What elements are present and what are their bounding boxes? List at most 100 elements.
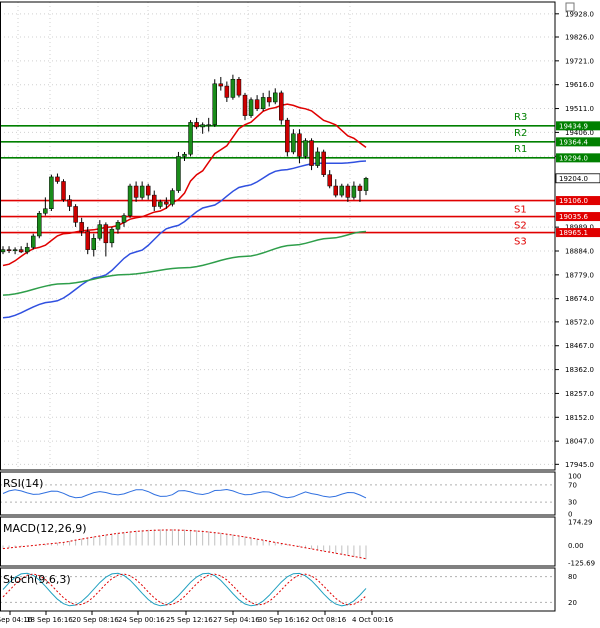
candle <box>188 120 193 157</box>
candle-body <box>133 185 139 198</box>
candle-body <box>206 124 211 126</box>
candle <box>212 79 217 127</box>
level-name-r3: R3 <box>514 112 527 123</box>
level-name-s2: S2 <box>514 221 527 232</box>
candle-body <box>85 231 90 250</box>
price-tick-label: 19721.0 <box>565 57 594 65</box>
time-tick-label: 24 Sep 00:16 <box>118 616 165 624</box>
last-price-label: 19204.0 <box>559 175 588 183</box>
indicator-tick-label: 80 <box>568 573 577 581</box>
candle-body <box>73 206 78 223</box>
price-tick-label: 18047.0 <box>565 438 594 446</box>
indicator-tick-label: 174.29 <box>568 519 593 527</box>
candle-body <box>182 153 187 157</box>
candle-body <box>273 92 278 103</box>
candle <box>37 211 42 239</box>
candle-body <box>49 176 54 209</box>
price-tick-label: 18257.0 <box>565 390 594 398</box>
candle-body <box>61 181 66 200</box>
candle-body <box>145 185 151 196</box>
candle-body <box>103 224 109 244</box>
chart-canvas: 19928.019826.019721.019616.019511.019406… <box>0 0 600 628</box>
time-tick-label: 27 Sep 04:16 <box>213 616 260 624</box>
candle-body <box>260 97 266 110</box>
time-tick-label: 20 Sep 08:16 <box>72 616 119 624</box>
candle-body <box>363 178 369 191</box>
indicator-title: Stoch(9,6,3) <box>3 573 71 586</box>
candle-body <box>121 215 127 223</box>
candle-body <box>67 199 72 207</box>
candle <box>279 90 284 125</box>
candle-body <box>333 185 338 196</box>
candle-body <box>357 185 363 191</box>
candle-body <box>176 156 181 191</box>
level-name-s1: S1 <box>514 205 527 216</box>
level-price-label: 18965.1 <box>559 229 588 237</box>
macd-panel: 174.29 0.00 -125.69 MACD(12,26,9) <box>0 517 595 568</box>
candle-body <box>6 249 12 252</box>
indicator-background <box>0 472 555 515</box>
candle-body <box>315 151 320 166</box>
candle <box>309 138 314 171</box>
candle <box>170 188 175 207</box>
candle-body <box>291 133 296 153</box>
candle-body <box>24 247 30 253</box>
candle-body <box>321 151 326 175</box>
indicator-tick-label: 20 <box>568 599 577 607</box>
candle <box>339 183 345 198</box>
candle-body <box>158 201 163 207</box>
time-tick-label: 18 Sep 16:16 <box>26 616 73 624</box>
candle-body <box>55 176 60 182</box>
candle <box>236 76 242 98</box>
level-price-label: 19294.0 <box>559 154 588 162</box>
candle-body <box>309 140 314 166</box>
price-tick-label: 17945.0 <box>565 461 594 469</box>
candle-body <box>212 83 217 125</box>
indicator-tick-label: 0.00 <box>568 542 584 550</box>
price-tick-label: 18884.0 <box>565 247 594 255</box>
rsi-panel: 10070 30 0 RSI(14) <box>0 472 581 519</box>
candle-body <box>218 83 224 87</box>
price-tick-label: 19616.0 <box>565 81 594 89</box>
candle-body <box>248 99 254 116</box>
level-name-r1: R1 <box>514 144 527 155</box>
level-price-label: 19106.0 <box>559 197 588 205</box>
candle-body <box>242 94 248 116</box>
candle-body <box>164 201 169 205</box>
indicator-tick-label: 100 <box>568 473 581 481</box>
candle <box>31 233 36 250</box>
candle-body <box>339 185 345 196</box>
level-price-label: 19434.9 <box>559 122 588 130</box>
candle-body <box>37 213 42 237</box>
candle <box>61 179 66 202</box>
candle-body <box>351 185 357 198</box>
indicator-tick-label: 0 <box>568 511 572 519</box>
candle-body <box>109 228 115 244</box>
price-tick-label: 18467.0 <box>565 342 594 350</box>
candle <box>285 117 290 157</box>
level-price-label: 19364.4 <box>559 138 588 146</box>
candle-body <box>279 92 284 121</box>
candle-body <box>79 222 84 232</box>
candle <box>176 151 181 193</box>
candle-body <box>152 194 157 207</box>
candle-body <box>266 97 272 103</box>
price-tick-label: 18779.0 <box>565 271 594 279</box>
candle <box>321 149 326 177</box>
time-tick-label: 30 Sep 16:16 <box>258 616 305 624</box>
stoch-panel: 80 20 Stoch(9,6,3) <box>0 568 577 611</box>
candle-body <box>127 185 133 216</box>
candle <box>248 97 254 118</box>
price-tick-label: 19928.0 <box>565 10 594 18</box>
candle-body <box>285 119 290 153</box>
candle-body <box>97 224 103 239</box>
price-tick-label: 19511.0 <box>565 105 594 113</box>
time-tick-label: 2 Oct 08:16 <box>305 616 347 624</box>
candle <box>49 174 54 212</box>
candle-body <box>188 122 193 155</box>
candle-body <box>236 78 242 96</box>
candle-body <box>91 238 96 250</box>
candle-body <box>327 174 332 187</box>
time-tick-label: 4 Oct 00:16 <box>352 616 394 624</box>
candle <box>303 138 308 159</box>
